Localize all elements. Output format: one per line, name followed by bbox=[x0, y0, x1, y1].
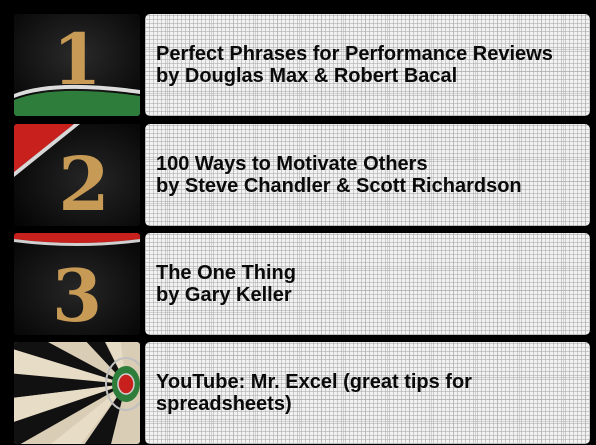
resource-title: YouTube: Mr. Excel (great tips for sprea… bbox=[156, 371, 472, 415]
dartboard-number-3-image: 3 bbox=[14, 233, 140, 335]
dartboard-number-1-image: 1 bbox=[14, 14, 140, 116]
book-author: by Steve Chandler & Scott Richardson bbox=[156, 175, 522, 197]
resource-card-4: YouTube: Mr. Excel (great tips for sprea… bbox=[145, 342, 590, 444]
dartboard-bullseye-image bbox=[14, 342, 140, 444]
list-item-2: 2 100 Ways to Motivate Others by Steve C… bbox=[14, 124, 590, 226]
list-item-1: 1 Perfect Phrases for Performance Review… bbox=[14, 14, 590, 116]
number-glyph: 1 bbox=[53, 18, 102, 101]
list-item-4: YouTube: Mr. Excel (great tips for sprea… bbox=[14, 342, 590, 444]
book-title: Perfect Phrases for Performance Reviews bbox=[156, 43, 553, 65]
book-card-1: Perfect Phrases for Performance Reviews … bbox=[145, 14, 590, 116]
book-title: 100 Ways to Motivate Others bbox=[156, 153, 428, 175]
number-glyph: 3 bbox=[52, 253, 102, 335]
list-item-3: 3 The One Thing by Gary Keller bbox=[14, 233, 590, 335]
book-card-2: 100 Ways to Motivate Others by Steve Cha… bbox=[145, 124, 590, 226]
book-author: by Douglas Max & Robert Bacal bbox=[156, 65, 458, 87]
book-author: by Gary Keller bbox=[156, 284, 292, 306]
book-title: The One Thing bbox=[156, 262, 296, 284]
number-glyph: 2 bbox=[58, 142, 110, 226]
dartboard-number-2-image: 2 bbox=[14, 124, 140, 226]
book-card-3: The One Thing by Gary Keller bbox=[145, 233, 590, 335]
